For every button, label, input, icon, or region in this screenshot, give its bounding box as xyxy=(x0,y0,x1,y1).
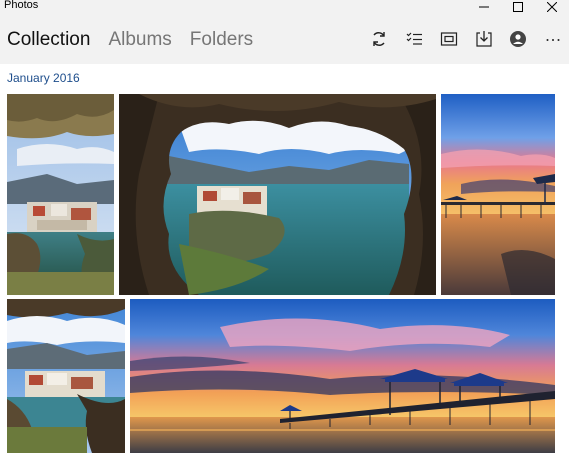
more-button[interactable] xyxy=(542,28,564,50)
minimize-button[interactable] xyxy=(467,0,501,14)
import-button[interactable] xyxy=(473,28,495,50)
import-icon xyxy=(475,30,493,48)
window-title: Photos xyxy=(4,0,39,11)
photo-image xyxy=(130,299,555,453)
section-date-heading[interactable]: January 2016 xyxy=(7,71,80,85)
toolbar-icons xyxy=(0,28,569,52)
slideshow-icon xyxy=(440,30,458,48)
minimize-icon xyxy=(479,2,489,12)
title-bar: Photos xyxy=(0,0,569,14)
select-icon xyxy=(405,30,423,48)
photo-image xyxy=(7,299,125,453)
photo-pier-sunset-2[interactable] xyxy=(130,299,555,453)
photo-coastal-village-2[interactable] xyxy=(7,299,125,453)
photos-app: Photos Collection Albums Folders January… xyxy=(0,0,569,453)
window-controls xyxy=(467,0,569,14)
photo-image xyxy=(119,94,436,295)
refresh-button[interactable] xyxy=(368,28,390,50)
photo-pier-sunset-1[interactable] xyxy=(441,94,555,295)
account-button[interactable] xyxy=(507,28,529,50)
more-icon xyxy=(544,30,562,48)
photo-coastal-village-1[interactable] xyxy=(7,94,114,295)
command-bar: Collection Albums Folders xyxy=(0,14,569,64)
close-icon xyxy=(547,2,557,12)
refresh-icon xyxy=(370,30,388,48)
account-icon xyxy=(509,30,527,48)
close-button[interactable] xyxy=(535,0,569,14)
photo-image xyxy=(7,94,114,295)
maximize-button[interactable] xyxy=(501,0,535,14)
photo-rock-arch-coast[interactable] xyxy=(119,94,436,295)
select-button[interactable] xyxy=(403,28,425,50)
photo-image xyxy=(441,94,555,295)
maximize-icon xyxy=(513,2,523,12)
slideshow-button[interactable] xyxy=(438,28,460,50)
